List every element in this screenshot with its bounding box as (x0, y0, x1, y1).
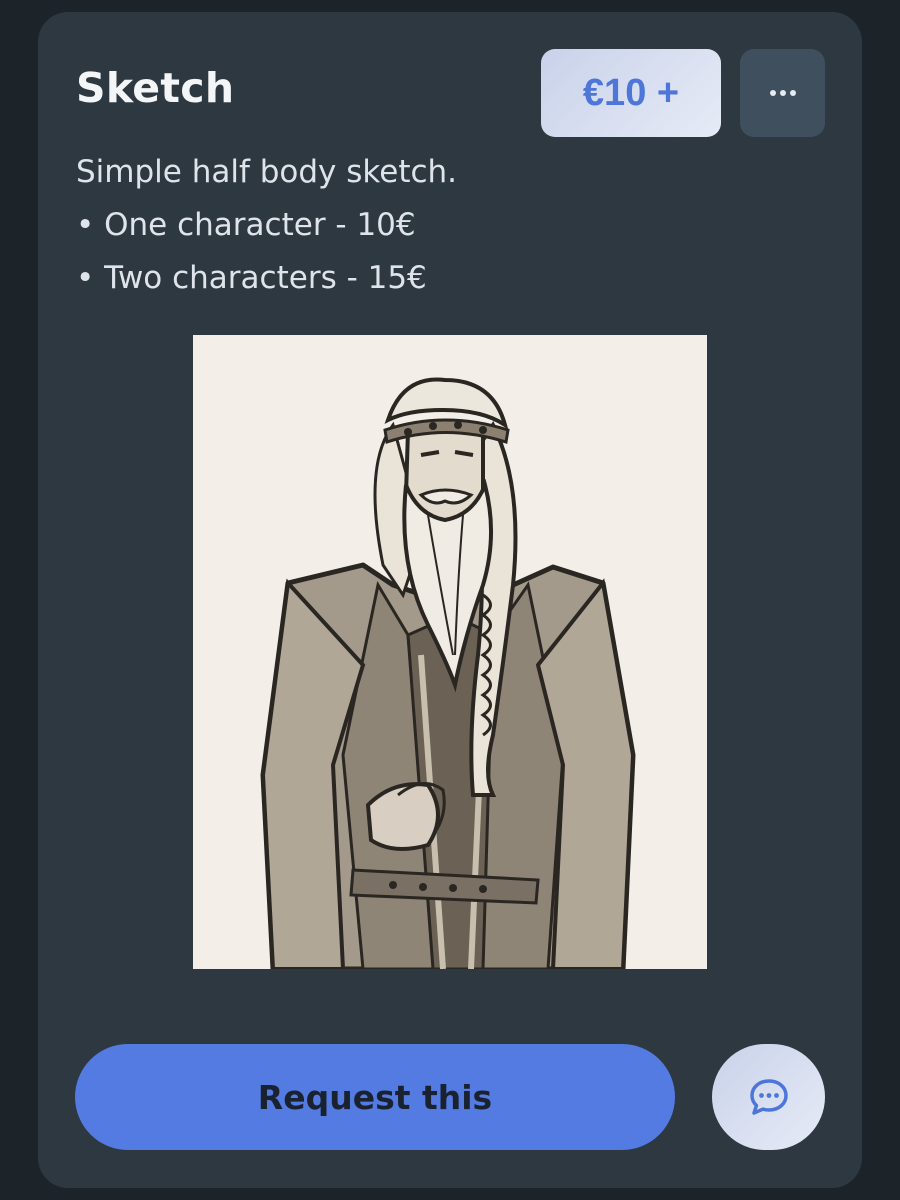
artwork-image (193, 335, 707, 969)
more-horizontal-icon (769, 90, 796, 96)
description-option: • One character - 10€ (76, 207, 416, 243)
page: Sketch €10 + Simple half body sketch. • … (0, 0, 900, 1200)
card-title: Sketch (76, 64, 235, 112)
request-this-button[interactable]: Request this (75, 1044, 675, 1150)
description-option: • Two characters - 15€ (76, 260, 427, 296)
commission-card: Sketch €10 + Simple half body sketch. • … (38, 12, 862, 1188)
chat-bubble-icon (749, 1079, 788, 1115)
bearded-elder-illustration (193, 335, 707, 969)
more-options-button[interactable] (740, 49, 825, 137)
price-badge[interactable]: €10 + (541, 49, 721, 137)
card-description: Simple half body sketch. • One character… (76, 146, 776, 305)
description-intro: Simple half body sketch. (76, 154, 458, 190)
chat-button[interactable] (712, 1044, 825, 1150)
